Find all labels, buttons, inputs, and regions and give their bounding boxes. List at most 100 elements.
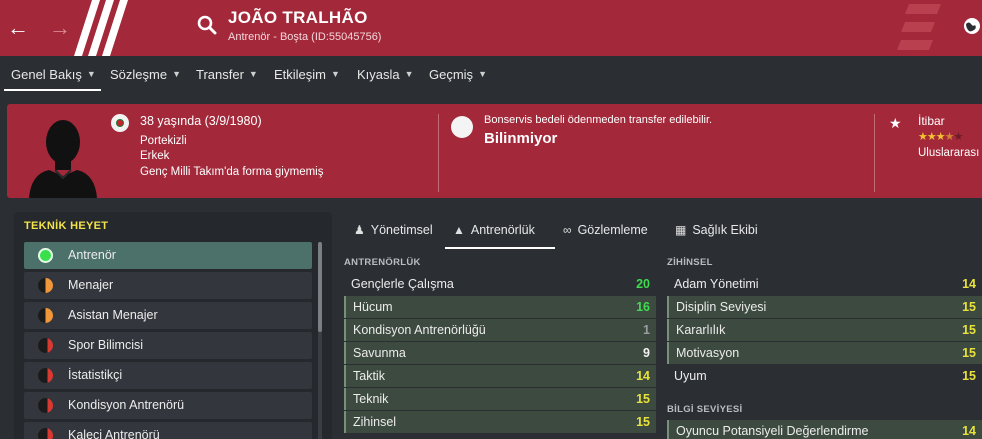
attr-row-tactical[interactable]: Taktik 14	[344, 365, 656, 387]
attr-value: 16	[636, 300, 650, 314]
subtab-label: Sağlık Ekibi	[692, 223, 758, 237]
header-bar: ← → JOÃO TRALHÃO Antrenör - Boşta (ID:55…	[0, 0, 982, 56]
attr-value: 14	[636, 369, 650, 383]
attr-value: 15	[962, 300, 976, 314]
attr-row-adaptability[interactable]: Uyum 15	[667, 365, 982, 387]
attr-name: Uyum	[674, 369, 707, 383]
page-title: JOÃO TRALHÃO	[228, 8, 368, 27]
subtab-scouting[interactable]: ∞ Gözlemleme	[563, 220, 648, 240]
attr-row-judging-potential[interactable]: Oyuncu Potansiyeli Değerlendirme 14	[667, 420, 982, 439]
profile-divider	[874, 114, 875, 192]
reputation-stars: ★★★★★	[918, 131, 963, 143]
chevron-down-icon: ▼	[248, 69, 258, 79]
active-subtab-indicator	[445, 247, 555, 249]
profile-summary: 38 yaşında (3/9/1980) Portekizli Erkek G…	[7, 104, 982, 198]
attr-name: Zihinsel	[353, 415, 397, 429]
tab-label: Genel Bakış	[11, 66, 82, 82]
tab-interaction[interactable]: Etkileşim ▼	[274, 56, 340, 92]
subtab-medical[interactable]: ▦ Sağlık Ekibi	[675, 220, 758, 240]
staff-role-assistant-manager[interactable]: Asistan Menajer	[24, 302, 312, 329]
attr-row-technical[interactable]: Teknik 15	[344, 388, 656, 410]
attr-row-defending[interactable]: Savunma 9	[344, 342, 656, 364]
staff-scrollbar-thumb[interactable]	[318, 242, 322, 332]
header-logo-decoration	[897, 4, 941, 50]
attr-row-motivating[interactable]: Motivasyon 15	[667, 342, 982, 364]
role-match-low-icon	[38, 368, 53, 383]
star-icon: ★	[889, 115, 902, 131]
search-icon[interactable]	[196, 14, 218, 36]
staff-role-coach[interactable]: Antrenör	[24, 242, 312, 269]
subtab-management[interactable]: ♟ Yönetimsel	[354, 220, 433, 240]
chevron-down-icon: ▼	[331, 69, 340, 79]
chevron-down-icon: ▼	[86, 69, 96, 79]
arrow-right-icon[interactable]: →	[46, 14, 74, 42]
attr-name: Adam Yönetimi	[674, 277, 759, 291]
chevron-down-icon: ▼	[478, 69, 487, 79]
age-birthdate: 38 yaşında (3/9/1980)	[140, 114, 262, 128]
attr-row-fitness[interactable]: Kondisyon Antrenörlüğü 1	[344, 319, 656, 341]
attr-row-working-with-youngsters[interactable]: Gençlerle Çalışma 20	[344, 273, 656, 295]
coaching-heading: ANTRENÖRLÜK	[344, 257, 421, 268]
attr-name: Kararlılık	[676, 323, 726, 337]
chevron-down-icon: ▼	[404, 69, 414, 79]
gender: Erkek	[140, 150, 170, 162]
staff-role-analyst[interactable]: İstatistikçi	[24, 362, 312, 389]
management-icon: ♟	[354, 223, 365, 237]
tab-label: Geçmiş	[429, 66, 474, 82]
staff-role-label: Antrenör	[68, 248, 116, 262]
attr-value: 15	[962, 323, 976, 337]
tab-compare[interactable]: Kıyasla ▼	[357, 56, 414, 92]
transfer-note: Bonservis bedeli ödenmeden transfer edil…	[484, 114, 713, 126]
main-tabbar: Genel Bakış ▼ Sözleşme ▼ Transfer ▼ Etkileş…	[0, 56, 982, 92]
attr-row-determination[interactable]: Kararlılık 15	[667, 319, 982, 341]
role-match-low-icon	[38, 398, 53, 413]
staff-role-label: Spor Bilimcisi	[68, 338, 144, 352]
tab-label: Sözleşme	[110, 66, 168, 82]
subtab-label: Yönetimsel	[370, 223, 433, 237]
binoculars-icon: ∞	[563, 223, 572, 237]
tab-contract[interactable]: Sözleşme ▼	[110, 56, 181, 92]
attr-name: Gençlerle Çalışma	[351, 277, 454, 291]
app-window: ← → JOÃO TRALHÃO Antrenör - Boşta (ID:55…	[0, 0, 982, 439]
subtab-coaching[interactable]: ▲ Antrenörlük	[453, 220, 535, 240]
attr-row-man-management[interactable]: Adam Yönetimi 14	[667, 273, 982, 295]
staff-role-label: Menajer	[68, 278, 114, 292]
nationality: Portekizli	[140, 135, 187, 147]
staff-role-label: İstatistikçi	[68, 368, 123, 382]
attr-row-mental[interactable]: Zihinsel 15	[344, 411, 656, 433]
staff-heading: TEKNİK HEYET	[24, 220, 109, 232]
staff-role-sports-scientist[interactable]: Spor Bilimcisi	[24, 332, 312, 359]
attr-name: Kondisyon Antrenörlüğü	[353, 323, 486, 337]
attr-name: Teknik	[353, 392, 389, 406]
attr-name: Motivasyon	[676, 346, 740, 360]
reputation-label: İtibar	[918, 114, 945, 128]
attr-row-attacking[interactable]: Hücum 16	[344, 296, 656, 318]
nationality-flag-icon	[111, 114, 129, 132]
profile-divider	[438, 114, 439, 192]
role-match-full-icon	[38, 248, 53, 263]
medical-kit-icon: ▦	[675, 223, 687, 237]
attr-value: 20	[636, 277, 650, 291]
staff-role-label: Kondisyon Antrenörü	[68, 398, 185, 412]
staff-role-fitness-coach[interactable]: Kondisyon Antrenörü	[24, 392, 312, 419]
staff-role-goalkeeping-coach[interactable]: Kaleci Antrenörü	[24, 422, 312, 439]
attr-value: 14	[962, 277, 976, 291]
attr-name: Savunma	[353, 346, 406, 360]
staff-role-manager[interactable]: Menajer	[24, 272, 312, 299]
cones-icon: ▲	[453, 223, 465, 237]
tab-history[interactable]: Geçmiş ▼	[429, 56, 487, 92]
tab-overview[interactable]: Genel Bakış ▼	[11, 56, 96, 92]
staff-role-panel: TEKNİK HEYET Antrenör Menajer Asistan Me…	[14, 212, 332, 439]
header-stripes-decoration	[74, 0, 128, 56]
transfer-status-icon	[451, 116, 473, 138]
active-tab-indicator	[4, 89, 101, 91]
attr-name: Taktik	[353, 369, 385, 383]
attr-row-discipline[interactable]: Disiplin Seviyesi 15	[667, 296, 982, 318]
chevron-down-icon: ▼	[172, 69, 181, 79]
mental-heading: ZİHİNSEL	[667, 257, 713, 268]
role-match-half-icon	[38, 308, 53, 323]
globe-icon[interactable]	[962, 16, 982, 36]
role-match-half-icon	[38, 278, 53, 293]
arrow-left-icon[interactable]: ←	[4, 14, 32, 42]
tab-transfer[interactable]: Transfer ▼	[196, 56, 258, 92]
